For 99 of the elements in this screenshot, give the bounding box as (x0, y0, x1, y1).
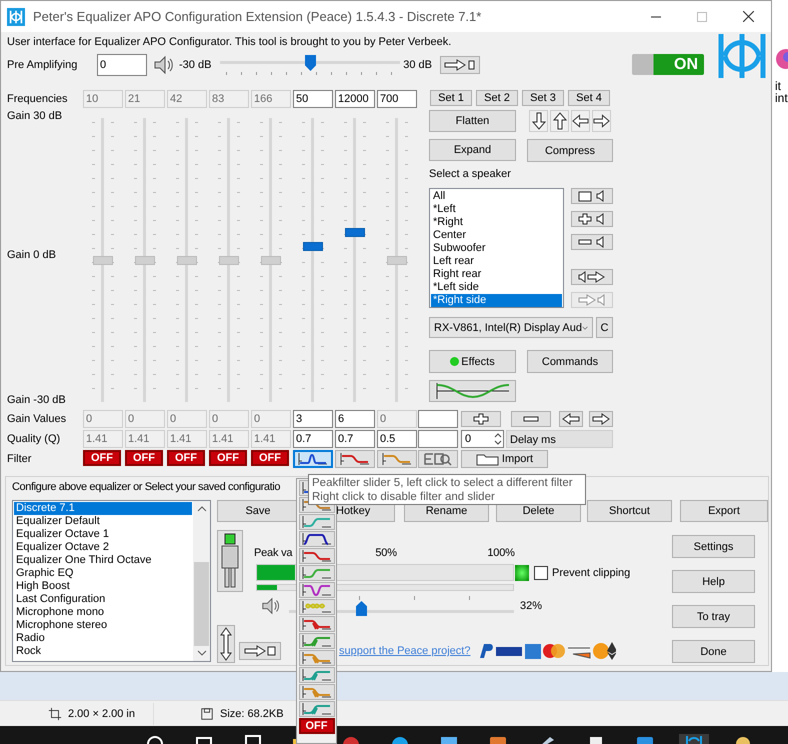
set-button[interactable]: Set 1 (430, 90, 472, 106)
gain-field[interactable]: 0 (377, 410, 417, 428)
flatten-button[interactable]: Flatten (429, 110, 516, 132)
frequency-field[interactable]: 50 (293, 90, 333, 108)
gain-field[interactable]: 0 (251, 410, 291, 428)
filter-off-button[interactable]: OFF (83, 450, 121, 466)
compress-button[interactable]: Compress (527, 139, 613, 162)
preset-item[interactable]: High Boost (14, 580, 192, 593)
quality-field[interactable]: 1.41 (209, 430, 249, 448)
tooltip-text: Peakfilter slider 5, left click to select a different filter (312, 476, 574, 490)
speaker-item[interactable]: *Right side (431, 294, 562, 307)
pre-amp-label: Pre Amplifying (6, 59, 78, 71)
filter-off-option[interactable]: OFF (298, 718, 334, 734)
background-text: int (775, 92, 788, 104)
side-button[interactable]: To tray (672, 605, 755, 628)
speaker-item[interactable]: *Right (431, 216, 562, 229)
preset-item[interactable]: Microphone mono (14, 606, 192, 619)
quality-field[interactable]: 1.41 (125, 430, 165, 448)
delay-spinner[interactable]: 0 (461, 430, 504, 448)
file-size: Size: 68.2KB (220, 708, 284, 720)
gain-max-label: Gain 30 dB (7, 110, 64, 122)
frequency-field[interactable]: 10 (83, 90, 123, 108)
preset-item[interactable]: Radio (14, 632, 192, 645)
gain-field[interactable]: 3 (293, 410, 333, 428)
quality-field[interactable]: 1.41 (251, 430, 291, 448)
gain-min-label: Gain -30 dB (7, 394, 67, 406)
quality-label: Quality (Q) (6, 432, 62, 447)
preset-item[interactable]: Rock (14, 645, 192, 658)
filter-label: Filter (6, 452, 32, 467)
side-button[interactable]: Settings (672, 535, 755, 558)
image-dimensions: 2.00 × 2.00 in (68, 708, 135, 720)
speaker-item[interactable]: All (431, 190, 562, 203)
expand-button[interactable]: Expand (429, 139, 516, 161)
volume-reading: 32% (520, 600, 542, 612)
prevent-clipping-label: Prevent clipping (552, 566, 630, 578)
max-gain-label: 30 dB (402, 59, 432, 71)
speaker-item[interactable]: Left rear (431, 255, 562, 268)
preset-item[interactable]: Equalizer Octave 2 (14, 541, 192, 554)
speaker-item[interactable]: Subwoofer (431, 242, 562, 255)
gain-field[interactable]: 0 (125, 410, 165, 428)
gain-field[interactable]: 0 (167, 410, 207, 428)
quality-field[interactable]: 1.41 (83, 430, 123, 448)
frequency-field[interactable]: 21 (125, 90, 165, 108)
quality-field[interactable]: 0.5 (377, 430, 417, 448)
support-link[interactable]: support the Peace project? (339, 645, 470, 657)
gain-field[interactable]: 0 (209, 410, 249, 428)
frequency-field[interactable]: 42 (167, 90, 207, 108)
min-gain-label: -30 dB (179, 59, 212, 71)
speaker-item[interactable]: Center (431, 229, 562, 242)
filter-off-button[interactable]: OFF (209, 450, 247, 466)
frequency-field[interactable]: 166 (251, 90, 291, 108)
presets-label: Configure above equalizer or Select your saved configuratio (12, 480, 280, 495)
window-title: Peter's Equalizer APO Configuration Extension (Peace) 1.5.4.3 - Discrete 7.1* (33, 9, 482, 24)
gain-field[interactable]: 0 (83, 410, 123, 428)
preset-item[interactable]: Equalizer Default (14, 515, 192, 528)
filter-off-button[interactable]: OFF (167, 450, 205, 466)
speaker-item[interactable]: Right rear (431, 268, 562, 281)
preset-item[interactable]: Equalizer One Third Octave (14, 554, 192, 567)
speaker-item[interactable]: *Left side (431, 281, 562, 294)
description-text: User interface for Equalizer APO Configurator. This tool is brought to you by Peter Verbeek. (6, 35, 452, 50)
preset-item[interactable]: Last Configuration (14, 593, 192, 606)
gain-field[interactable]: 6 (335, 410, 375, 428)
gain-values-label: Gain Values (6, 412, 68, 427)
half-percent-label: 50% (375, 547, 398, 561)
preset-item[interactable]: Discrete 7.1 (14, 502, 192, 515)
preset-item[interactable]: Equalizer Octave 1 (14, 528, 192, 541)
filter-off-button[interactable]: OFF (251, 450, 289, 466)
full-percent-label: 100% (487, 547, 515, 561)
quality-field[interactable]: 0.7 (335, 430, 375, 448)
set-button[interactable]: Set 3 (522, 90, 564, 106)
commands-button[interactable]: Commands (527, 350, 613, 373)
peak-label: Peak va (254, 547, 292, 561)
preset-action-button[interactable]: Export (680, 500, 768, 522)
import-button[interactable]: Import (461, 450, 548, 468)
gain-zero-label: Gain 0 dB (7, 249, 57, 261)
side-button[interactable]: Help (672, 570, 755, 593)
delay-label: Delay ms (506, 430, 613, 448)
set-button[interactable]: Set 2 (476, 90, 518, 106)
quality-field[interactable]: 1.41 (167, 430, 207, 448)
frequency-field[interactable]: 12000 (335, 90, 375, 108)
quality-field[interactable]: 0.7 (293, 430, 333, 448)
preset-item[interactable]: Graphic EQ (14, 567, 192, 580)
filter-off-button[interactable]: OFF (125, 450, 163, 466)
preset-item[interactable]: Microphone stereo (14, 619, 192, 632)
preset-action-button[interactable]: Shortcut (587, 500, 672, 522)
set-button[interactable]: Set 4 (568, 90, 610, 106)
preset-action-button[interactable]: Save (217, 500, 299, 522)
power-switch[interactable]: ON (632, 54, 704, 75)
side-button[interactable]: Done (672, 640, 755, 663)
speaker-select-label: Select a speaker (429, 168, 512, 182)
device-dropdown[interactable]: RX-V861, Intel(R) Display Aud (429, 317, 593, 338)
frequencies-label: Frequencies (6, 92, 69, 107)
frequency-field[interactable]: 700 (377, 90, 417, 108)
speaker-item[interactable]: *Left (431, 203, 562, 216)
device-button[interactable]: C (596, 317, 613, 338)
background-text: it (775, 80, 781, 92)
frequency-field[interactable]: 83 (209, 90, 249, 108)
effects-button[interactable]: Effects (429, 350, 516, 373)
pre-amp-field[interactable]: 0 (97, 54, 147, 76)
